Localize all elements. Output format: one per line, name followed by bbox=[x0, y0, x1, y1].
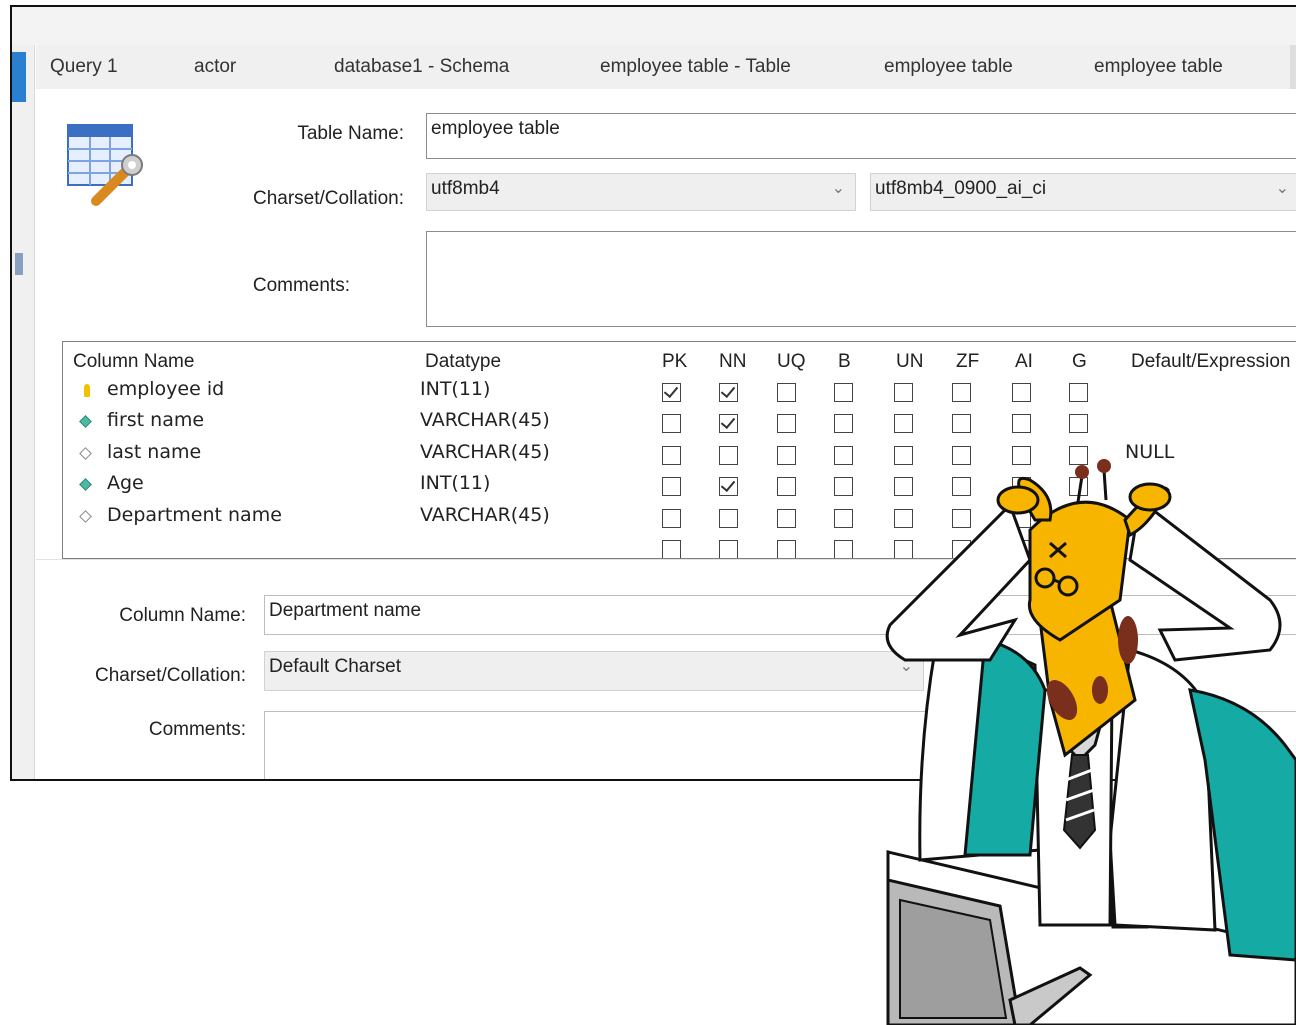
checkbox[interactable] bbox=[662, 540, 681, 558]
nn-checkbox[interactable] bbox=[719, 477, 738, 497]
pk-checkbox[interactable] bbox=[662, 383, 681, 402]
nn-checkbox[interactable] bbox=[719, 445, 738, 465]
b-checkbox[interactable] bbox=[834, 414, 853, 434]
tab-employee-table-2[interactable]: employee table bbox=[1094, 45, 1223, 89]
table-name-input[interactable]: employee table bbox=[426, 113, 1296, 159]
header-un[interactable]: UN bbox=[896, 351, 923, 373]
uq-checkbox[interactable] bbox=[777, 414, 796, 434]
header-ai[interactable]: AI bbox=[1015, 351, 1033, 373]
header-uq[interactable]: UQ bbox=[777, 351, 806, 373]
un-checkbox[interactable] bbox=[894, 383, 913, 402]
ai-checkbox[interactable] bbox=[1012, 414, 1031, 434]
left-sidebar-edge bbox=[12, 45, 35, 779]
column-name-cell[interactable]: last name bbox=[107, 441, 201, 463]
column-comments-label: Comments: bbox=[148, 719, 246, 740]
header-default-expression[interactable]: Default/Expression bbox=[1131, 351, 1290, 373]
datatype-cell[interactable]: VARCHAR(45) bbox=[420, 504, 550, 526]
pk-checkbox[interactable] bbox=[662, 445, 681, 465]
datatype-cell[interactable]: INT(11) bbox=[420, 472, 490, 494]
column-name-cell[interactable]: Age bbox=[107, 472, 144, 494]
sidebar-scroll-mark bbox=[15, 253, 23, 275]
table-row[interactable]: first name VARCHAR(45) bbox=[63, 409, 1296, 440]
tab-employee-table-1[interactable]: employee table bbox=[884, 45, 1013, 89]
nn-checkbox[interactable] bbox=[719, 508, 738, 528]
table-charset-select[interactable]: utf8mb4 ⌄ bbox=[426, 173, 856, 211]
table-collation-value: utf8mb4_0900_ai_ci bbox=[875, 178, 1047, 199]
tab-query-1[interactable]: Query 1 bbox=[50, 45, 118, 89]
tab-actor[interactable]: actor bbox=[194, 45, 236, 89]
tab-overflow-edge bbox=[1290, 45, 1296, 89]
checkbox[interactable] bbox=[719, 540, 738, 558]
table-comments-label: Comments: bbox=[252, 275, 350, 296]
table-row[interactable]: employee id INT(11) bbox=[63, 378, 1296, 409]
uq-checkbox[interactable] bbox=[777, 477, 796, 497]
column-empty-icon bbox=[79, 446, 92, 460]
pk-checkbox[interactable] bbox=[662, 477, 681, 497]
uq-checkbox[interactable] bbox=[777, 508, 796, 528]
b-checkbox[interactable] bbox=[834, 445, 853, 465]
header-zf[interactable]: ZF bbox=[956, 351, 979, 373]
b-checkbox[interactable] bbox=[834, 477, 853, 497]
nn-checkbox[interactable] bbox=[719, 383, 738, 402]
table-charset-label: Charset/Collation: bbox=[252, 188, 404, 209]
sidebar-selection-accent bbox=[12, 52, 26, 102]
nn-checkbox[interactable] bbox=[719, 414, 738, 434]
table-collation-select[interactable]: utf8mb4_0900_ai_ci ⌄ bbox=[870, 173, 1296, 211]
giraffe-cartoon-illustration bbox=[885, 459, 1296, 1025]
header-column-name[interactable]: Column Name bbox=[73, 351, 194, 373]
table-name-label: Table Name: bbox=[297, 123, 404, 144]
pk-checkbox[interactable] bbox=[662, 414, 681, 434]
zf-checkbox[interactable] bbox=[952, 414, 971, 434]
checkbox[interactable] bbox=[777, 540, 796, 558]
b-checkbox[interactable] bbox=[834, 508, 853, 528]
b-checkbox[interactable] bbox=[834, 383, 853, 402]
header-datatype[interactable]: Datatype bbox=[425, 351, 501, 373]
column-charset-select[interactable]: Default Charset ⌄ bbox=[264, 651, 924, 691]
chevron-down-icon: ⌄ bbox=[831, 180, 845, 197]
primary-key-icon bbox=[84, 384, 90, 397]
column-filled-icon bbox=[79, 415, 92, 429]
table-charset-value: utf8mb4 bbox=[431, 178, 500, 199]
column-name-label: Column Name: bbox=[119, 605, 246, 626]
window-top-strip bbox=[12, 7, 1296, 45]
tab-database1-schema[interactable]: database1 - Schema bbox=[334, 45, 509, 89]
checkbox[interactable] bbox=[834, 540, 853, 558]
table-editor-icon bbox=[67, 124, 143, 206]
header-g[interactable]: G bbox=[1072, 351, 1087, 373]
column-name-cell[interactable]: employee id bbox=[107, 378, 224, 400]
g-checkbox[interactable] bbox=[1069, 414, 1088, 434]
column-charset-value: Default Charset bbox=[269, 656, 402, 677]
header-pk[interactable]: PK bbox=[662, 351, 687, 373]
tab-employee-table-table[interactable]: employee table - Table bbox=[600, 45, 791, 89]
g-checkbox[interactable] bbox=[1069, 383, 1088, 402]
datatype-cell[interactable]: VARCHAR(45) bbox=[420, 409, 550, 431]
un-checkbox[interactable] bbox=[894, 414, 913, 434]
pk-checkbox[interactable] bbox=[662, 508, 681, 528]
uq-checkbox[interactable] bbox=[777, 445, 796, 465]
ai-checkbox[interactable] bbox=[1012, 383, 1031, 402]
uq-checkbox[interactable] bbox=[777, 383, 796, 402]
column-name-cell[interactable]: first name bbox=[107, 409, 204, 431]
column-empty-icon bbox=[79, 509, 92, 523]
tab-bar: Query 1 actor database1 - Schema employe… bbox=[36, 45, 1296, 90]
zf-checkbox[interactable] bbox=[952, 383, 971, 402]
table-comments-textarea[interactable] bbox=[426, 231, 1296, 327]
header-b[interactable]: B bbox=[838, 351, 851, 373]
column-name-cell[interactable]: Department name bbox=[107, 504, 282, 526]
datatype-cell[interactable]: VARCHAR(45) bbox=[420, 441, 550, 463]
chevron-down-icon: ⌄ bbox=[1275, 180, 1289, 197]
datatype-cell[interactable]: INT(11) bbox=[420, 378, 490, 400]
column-filled-icon bbox=[79, 478, 92, 492]
header-nn[interactable]: NN bbox=[719, 351, 746, 373]
column-charset-label: Charset/Collation: bbox=[94, 665, 246, 686]
